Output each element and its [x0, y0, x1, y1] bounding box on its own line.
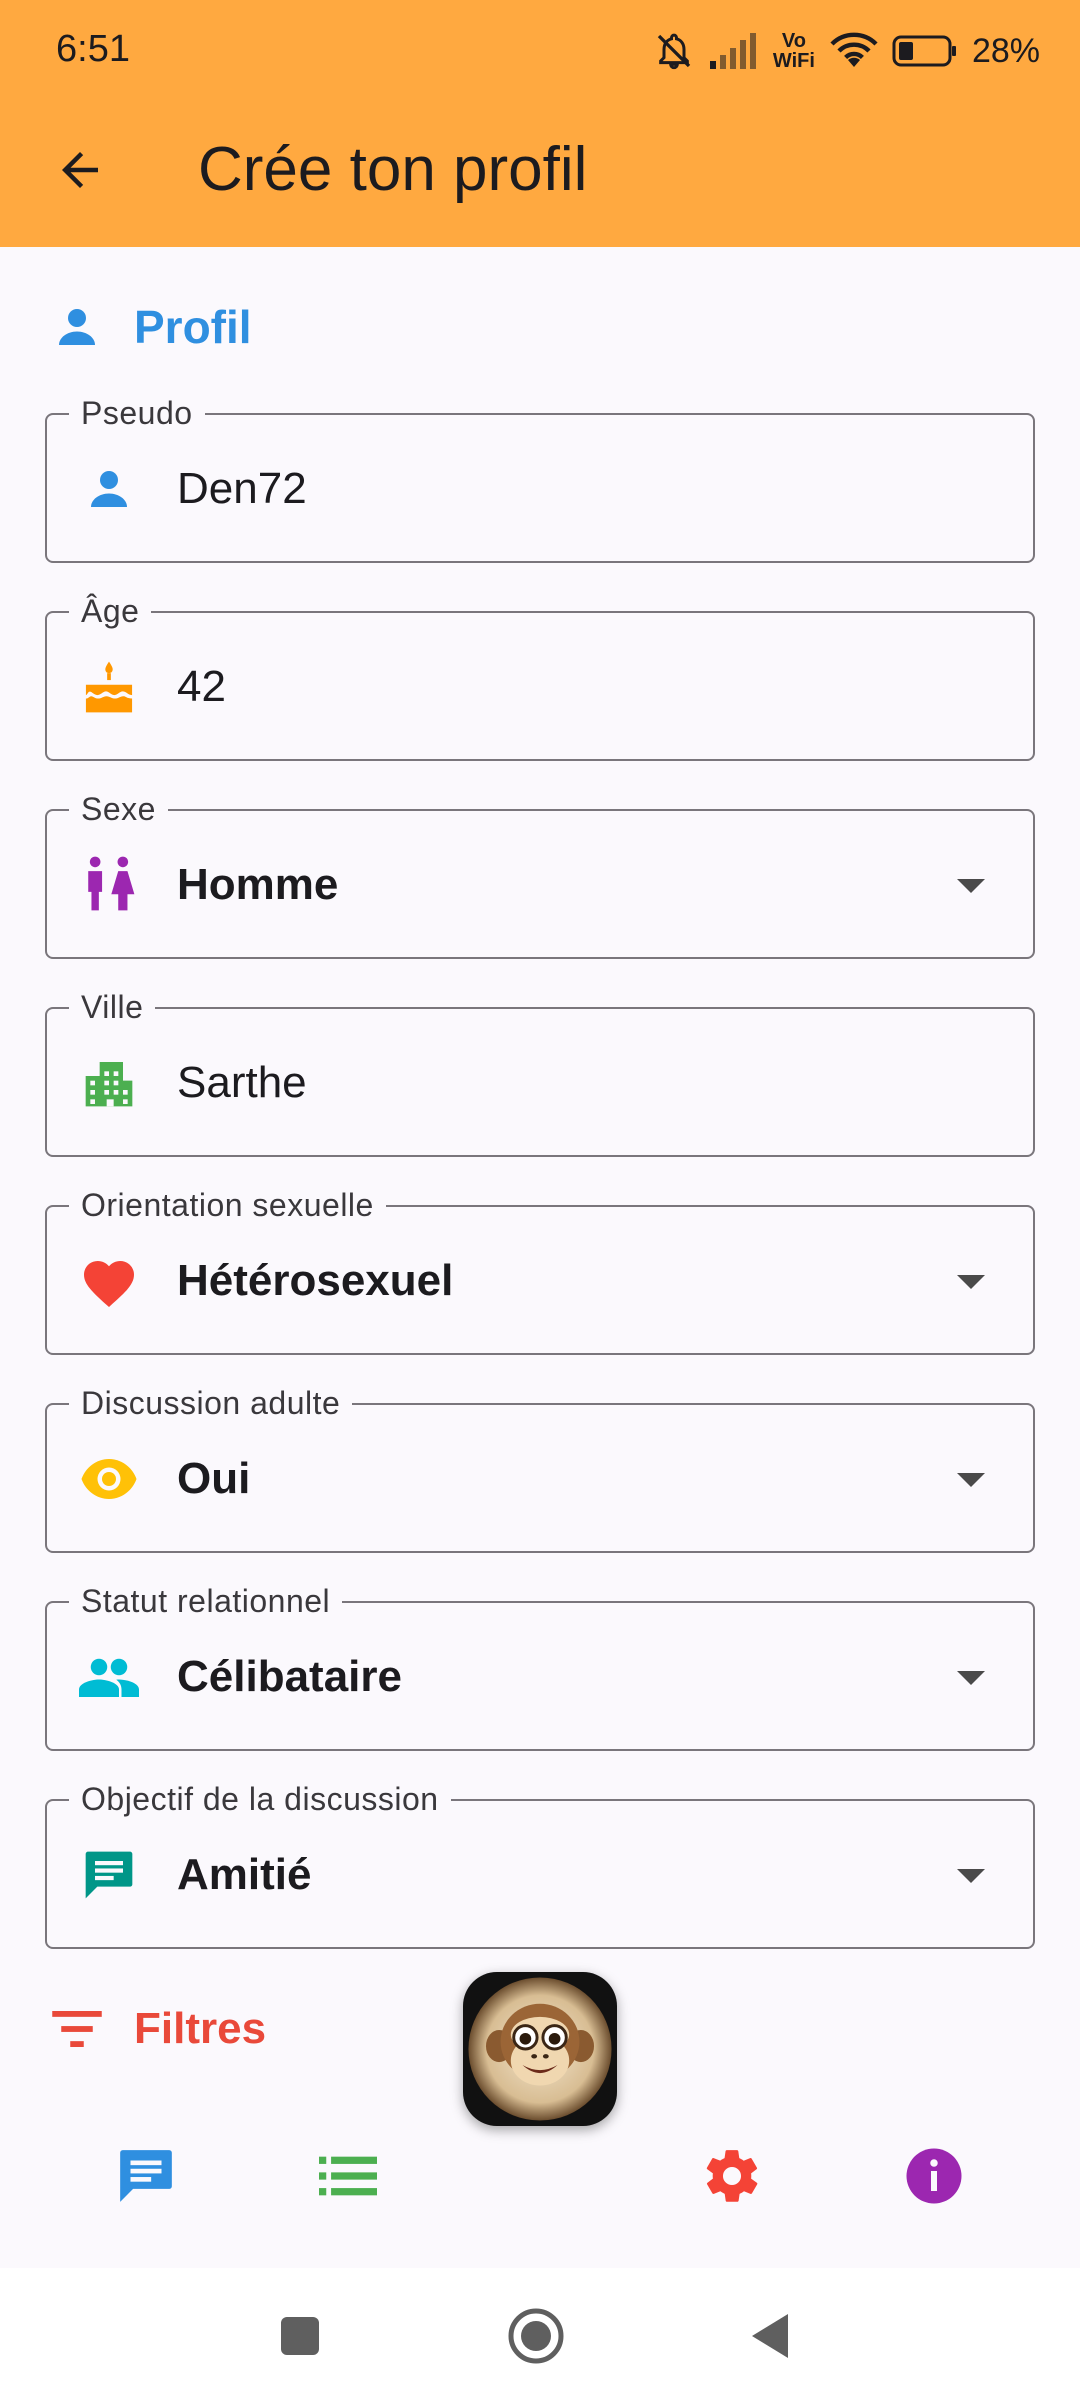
field-label: Ville: [69, 987, 156, 1027]
person-icon: [59, 309, 95, 345]
status-time: 6:51: [56, 28, 130, 70]
filters-button[interactable]: Filtres: [50, 1994, 266, 2064]
dropdown-arrow-icon[interactable]: [957, 1275, 985, 1289]
back-nav-button[interactable]: [730, 2296, 810, 2376]
home-circle-icon: [508, 2308, 564, 2364]
adult-discussion-select[interactable]: Oui: [177, 1451, 250, 1507]
field-label: Sexe: [69, 789, 168, 829]
home-button[interactable]: [496, 2296, 576, 2376]
battery-percent: 28%: [971, 31, 1040, 70]
field-label: Discussion adulte: [69, 1383, 353, 1423]
info-icon: [906, 2148, 962, 2204]
filters-label: Filtres: [134, 2004, 267, 2053]
section-title: Profil: [134, 301, 252, 353]
monkey-avatar-button[interactable]: [463, 1972, 617, 2126]
vowifi-label: Vo WiFi: [772, 30, 815, 72]
filter-icon: [52, 2011, 102, 2047]
field-label: Statut relationnel: [69, 1581, 343, 1621]
age-input[interactable]: 42: [177, 659, 226, 715]
nav-settings[interactable]: [684, 2128, 780, 2224]
relationship-select[interactable]: Célibataire: [177, 1649, 402, 1705]
nav-chat[interactable]: [98, 2128, 194, 2224]
list-icon: [319, 2156, 377, 2196]
settings-icon: [706, 2150, 758, 2202]
signal-icon: [709, 33, 756, 69]
nav-list[interactable]: [300, 2128, 396, 2224]
chat-icon: [79, 1845, 139, 1905]
page-title: Crée ton profil: [198, 135, 588, 204]
sexe-field[interactable]: Sexe Homme: [45, 789, 1035, 959]
pseudo-input[interactable]: Den72: [177, 461, 307, 517]
orientation-select[interactable]: Hétérosexuel: [177, 1253, 453, 1309]
app-bar: 6:51 Vo WiFi 28% Crée ton profil: [0, 0, 1080, 247]
ville-input[interactable]: Sarthe: [177, 1055, 307, 1111]
relationship-field[interactable]: Statut relationnel Célibataire: [45, 1581, 1035, 1751]
heart-icon: [79, 1251, 139, 1311]
dropdown-arrow-icon[interactable]: [957, 1869, 985, 1883]
field-label: Orientation sexuelle: [69, 1185, 386, 1225]
eye-icon: [79, 1449, 139, 1509]
dropdown-arrow-icon[interactable]: [957, 1473, 985, 1487]
dropdown-arrow-icon[interactable]: [957, 1671, 985, 1685]
nav-info[interactable]: [886, 2128, 982, 2224]
back-button[interactable]: [44, 134, 116, 206]
battery-icon: [892, 35, 956, 67]
field-label: Âge: [69, 591, 152, 631]
triangle-back-icon: [752, 2314, 788, 2358]
ville-field[interactable]: Ville Sarthe: [45, 987, 1035, 1157]
age-field[interactable]: Âge 42: [45, 591, 1035, 761]
monkey-avatar: [468, 1977, 612, 2121]
field-label: Objectif de la discussion: [69, 1779, 451, 1819]
adult-discussion-field[interactable]: Discussion adulte Oui: [45, 1383, 1035, 1553]
dropdown-arrow-icon[interactable]: [957, 879, 985, 893]
system-navigation-bar: [0, 2268, 1080, 2400]
recents-button[interactable]: [260, 2296, 340, 2376]
wifi-icon: [830, 32, 878, 67]
chat-icon: [120, 2150, 172, 2202]
status-icons: Vo WiFi 28%: [654, 26, 1040, 76]
section-header: Profil: [50, 292, 252, 362]
orientation-field[interactable]: Orientation sexuelle Hétérosexuel: [45, 1185, 1035, 1355]
bell-muted-icon: [657, 33, 691, 70]
goal-select[interactable]: Amitié: [177, 1847, 311, 1903]
sexe-select[interactable]: Homme: [177, 857, 338, 913]
field-label: Pseudo: [69, 393, 205, 433]
arrow-back-icon: [62, 152, 98, 188]
people-icon: [79, 1647, 139, 1707]
city-icon: [79, 1053, 139, 1113]
pseudo-field[interactable]: Pseudo Den72: [45, 393, 1035, 563]
cake-icon: [79, 657, 139, 717]
goal-field[interactable]: Objectif de la discussion Amitié: [45, 1779, 1035, 1949]
square-icon: [281, 2317, 319, 2355]
wc-icon: [79, 855, 139, 915]
person-icon: [79, 459, 139, 519]
